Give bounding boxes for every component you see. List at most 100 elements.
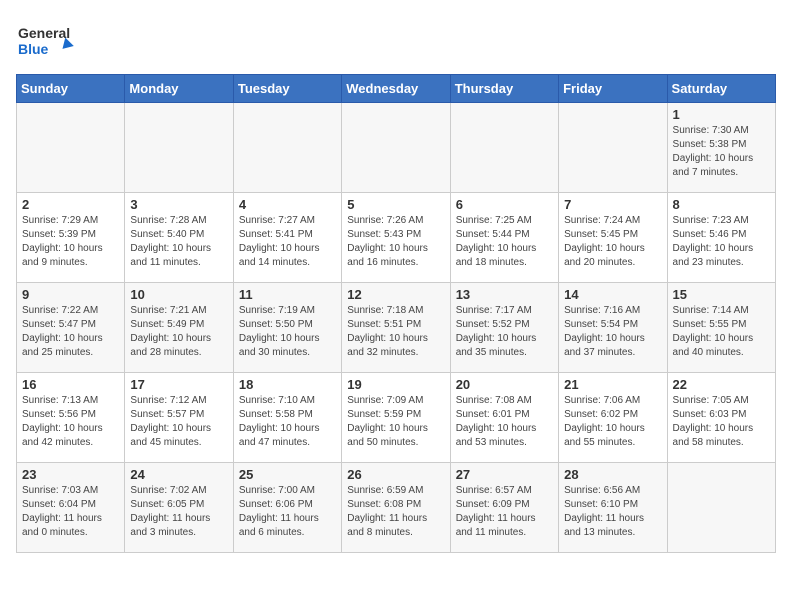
- day-number: 22: [673, 377, 770, 392]
- day-info: Sunrise: 7:08 AM Sunset: 6:01 PM Dayligh…: [456, 394, 553, 450]
- day-number: 7: [564, 197, 661, 212]
- day-info: Sunrise: 7:03 AM Sunset: 6:04 PM Dayligh…: [22, 484, 119, 540]
- calendar-cell: 27 Sunrise: 6:57 AM Sunset: 6:09 PM Dayli…: [450, 463, 558, 553]
- calendar-cell: 8 Sunrise: 7:23 AM Sunset: 5:46 PM Daylig…: [667, 193, 775, 283]
- header-thursday: Thursday: [450, 75, 558, 103]
- calendar-cell: [450, 103, 558, 193]
- day-info: Sunrise: 7:28 AM Sunset: 5:40 PM Dayligh…: [130, 214, 227, 270]
- calendar-cell: [233, 103, 341, 193]
- day-info: Sunrise: 7:30 AM Sunset: 5:38 PM Dayligh…: [673, 124, 770, 180]
- calendar-cell: 24 Sunrise: 7:02 AM Sunset: 6:05 PM Dayli…: [125, 463, 233, 553]
- day-info: Sunrise: 7:06 AM Sunset: 6:02 PM Dayligh…: [564, 394, 661, 450]
- day-number: 9: [22, 287, 119, 302]
- day-number: 20: [456, 377, 553, 392]
- calendar-cell: 3 Sunrise: 7:28 AM Sunset: 5:40 PM Daylig…: [125, 193, 233, 283]
- calendar-cell: 21 Sunrise: 7:06 AM Sunset: 6:02 PM Dayli…: [559, 373, 667, 463]
- calendar-cell: [559, 103, 667, 193]
- calendar-table: SundayMondayTuesdayWednesdayThursdayFrid…: [16, 74, 776, 553]
- calendar-cell: 6Sunrise: 7:25 AM Sunset: 5:44 PM Daylig…: [450, 193, 558, 283]
- calendar-cell: 28 Sunrise: 6:56 AM Sunset: 6:10 PM Dayli…: [559, 463, 667, 553]
- svg-text:Blue: Blue: [18, 41, 49, 57]
- day-info: Sunrise: 7:09 AM Sunset: 5:59 PM Dayligh…: [347, 394, 444, 450]
- day-number: 3: [130, 197, 227, 212]
- calendar-cell: [667, 463, 775, 553]
- day-number: 18: [239, 377, 336, 392]
- day-info: Sunrise: 7:13 AM Sunset: 5:56 PM Dayligh…: [22, 394, 119, 450]
- calendar-cell: 4 Sunrise: 7:27 AM Sunset: 5:41 PM Daylig…: [233, 193, 341, 283]
- day-number: 10: [130, 287, 227, 302]
- day-info: Sunrise: 6:59 AM Sunset: 6:08 PM Dayligh…: [347, 484, 444, 540]
- logo: General Blue: [16, 16, 76, 66]
- day-info: Sunrise: 7:02 AM Sunset: 6:05 PM Dayligh…: [130, 484, 227, 540]
- day-info: Sunrise: 7:24 AM Sunset: 5:45 PM Dayligh…: [564, 214, 661, 270]
- day-number: 6: [456, 197, 553, 212]
- header-tuesday: Tuesday: [233, 75, 341, 103]
- calendar-cell: 10 Sunrise: 7:21 AM Sunset: 5:49 PM Dayli…: [125, 283, 233, 373]
- day-number: 1: [673, 107, 770, 122]
- day-info: Sunrise: 7:17 AM Sunset: 5:52 PM Dayligh…: [456, 304, 553, 360]
- day-number: 28: [564, 467, 661, 482]
- day-number: 8: [673, 197, 770, 212]
- day-info: Sunrise: 7:23 AM Sunset: 5:46 PM Dayligh…: [673, 214, 770, 270]
- calendar-week-row: 23 Sunrise: 7:03 AM Sunset: 6:04 PM Dayli…: [17, 463, 776, 553]
- calendar-cell: 14 Sunrise: 7:16 AM Sunset: 5:54 PM Dayli…: [559, 283, 667, 373]
- day-info: Sunrise: 7:05 AM Sunset: 6:03 PM Dayligh…: [673, 394, 770, 450]
- header-wednesday: Wednesday: [342, 75, 450, 103]
- day-number: 14: [564, 287, 661, 302]
- calendar-cell: 13 Sunrise: 7:17 AM Sunset: 5:52 PM Dayli…: [450, 283, 558, 373]
- calendar-week-row: 16 Sunrise: 7:13 AM Sunset: 5:56 PM Dayli…: [17, 373, 776, 463]
- calendar-cell: 23 Sunrise: 7:03 AM Sunset: 6:04 PM Dayli…: [17, 463, 125, 553]
- calendar-cell: 18 Sunrise: 7:10 AM Sunset: 5:58 PM Dayli…: [233, 373, 341, 463]
- day-info: Sunrise: 6:56 AM Sunset: 6:10 PM Dayligh…: [564, 484, 661, 540]
- day-number: 16: [22, 377, 119, 392]
- calendar-cell: 12 Sunrise: 7:18 AM Sunset: 5:51 PM Dayli…: [342, 283, 450, 373]
- day-info: Sunrise: 7:21 AM Sunset: 5:49 PM Dayligh…: [130, 304, 227, 360]
- calendar-week-row: 9 Sunrise: 7:22 AM Sunset: 5:47 PM Daylig…: [17, 283, 776, 373]
- day-info: Sunrise: 7:26 AM Sunset: 5:43 PM Dayligh…: [347, 214, 444, 270]
- day-info: Sunrise: 7:22 AM Sunset: 5:47 PM Dayligh…: [22, 304, 119, 360]
- day-number: 26: [347, 467, 444, 482]
- day-info: Sunrise: 7:10 AM Sunset: 5:58 PM Dayligh…: [239, 394, 336, 450]
- calendar-cell: [342, 103, 450, 193]
- day-number: 19: [347, 377, 444, 392]
- day-info: Sunrise: 7:14 AM Sunset: 5:55 PM Dayligh…: [673, 304, 770, 360]
- day-info: Sunrise: 7:27 AM Sunset: 5:41 PM Dayligh…: [239, 214, 336, 270]
- calendar-cell: 7 Sunrise: 7:24 AM Sunset: 5:45 PM Daylig…: [559, 193, 667, 283]
- calendar-week-row: 2Sunrise: 7:29 AM Sunset: 5:39 PM Daylig…: [17, 193, 776, 283]
- header-friday: Friday: [559, 75, 667, 103]
- day-info: Sunrise: 7:00 AM Sunset: 6:06 PM Dayligh…: [239, 484, 336, 540]
- day-info: Sunrise: 6:57 AM Sunset: 6:09 PM Dayligh…: [456, 484, 553, 540]
- day-number: 4: [239, 197, 336, 212]
- day-number: 17: [130, 377, 227, 392]
- calendar-cell: [17, 103, 125, 193]
- calendar-cell: 5 Sunrise: 7:26 AM Sunset: 5:43 PM Daylig…: [342, 193, 450, 283]
- calendar-week-row: 1 Sunrise: 7:30 AM Sunset: 5:38 PM Daylig…: [17, 103, 776, 193]
- day-info: Sunrise: 7:12 AM Sunset: 5:57 PM Dayligh…: [130, 394, 227, 450]
- calendar-cell: 1 Sunrise: 7:30 AM Sunset: 5:38 PM Daylig…: [667, 103, 775, 193]
- calendar-cell: 16 Sunrise: 7:13 AM Sunset: 5:56 PM Dayli…: [17, 373, 125, 463]
- header-saturday: Saturday: [667, 75, 775, 103]
- day-number: 24: [130, 467, 227, 482]
- calendar-cell: 20 Sunrise: 7:08 AM Sunset: 6:01 PM Dayli…: [450, 373, 558, 463]
- day-number: 5: [347, 197, 444, 212]
- calendar-cell: 2Sunrise: 7:29 AM Sunset: 5:39 PM Daylig…: [17, 193, 125, 283]
- day-number: 21: [564, 377, 661, 392]
- day-number: 25: [239, 467, 336, 482]
- day-number: 23: [22, 467, 119, 482]
- calendar-cell: 26 Sunrise: 6:59 AM Sunset: 6:08 PM Dayli…: [342, 463, 450, 553]
- calendar-cell: 17 Sunrise: 7:12 AM Sunset: 5:57 PM Dayli…: [125, 373, 233, 463]
- calendar-cell: 15 Sunrise: 7:14 AM Sunset: 5:55 PM Dayli…: [667, 283, 775, 373]
- header-monday: Monday: [125, 75, 233, 103]
- day-number: 13: [456, 287, 553, 302]
- calendar-cell: 11Sunrise: 7:19 AM Sunset: 5:50 PM Dayli…: [233, 283, 341, 373]
- day-info: Sunrise: 7:16 AM Sunset: 5:54 PM Dayligh…: [564, 304, 661, 360]
- day-info: Sunrise: 7:18 AM Sunset: 5:51 PM Dayligh…: [347, 304, 444, 360]
- day-info: Sunrise: 7:19 AM Sunset: 5:50 PM Dayligh…: [239, 304, 336, 360]
- day-number: 15: [673, 287, 770, 302]
- calendar-cell: [125, 103, 233, 193]
- day-number: 27: [456, 467, 553, 482]
- header-sunday: Sunday: [17, 75, 125, 103]
- day-number: 12: [347, 287, 444, 302]
- calendar-header-row: SundayMondayTuesdayWednesdayThursdayFrid…: [17, 75, 776, 103]
- calendar-cell: 19 Sunrise: 7:09 AM Sunset: 5:59 PM Dayli…: [342, 373, 450, 463]
